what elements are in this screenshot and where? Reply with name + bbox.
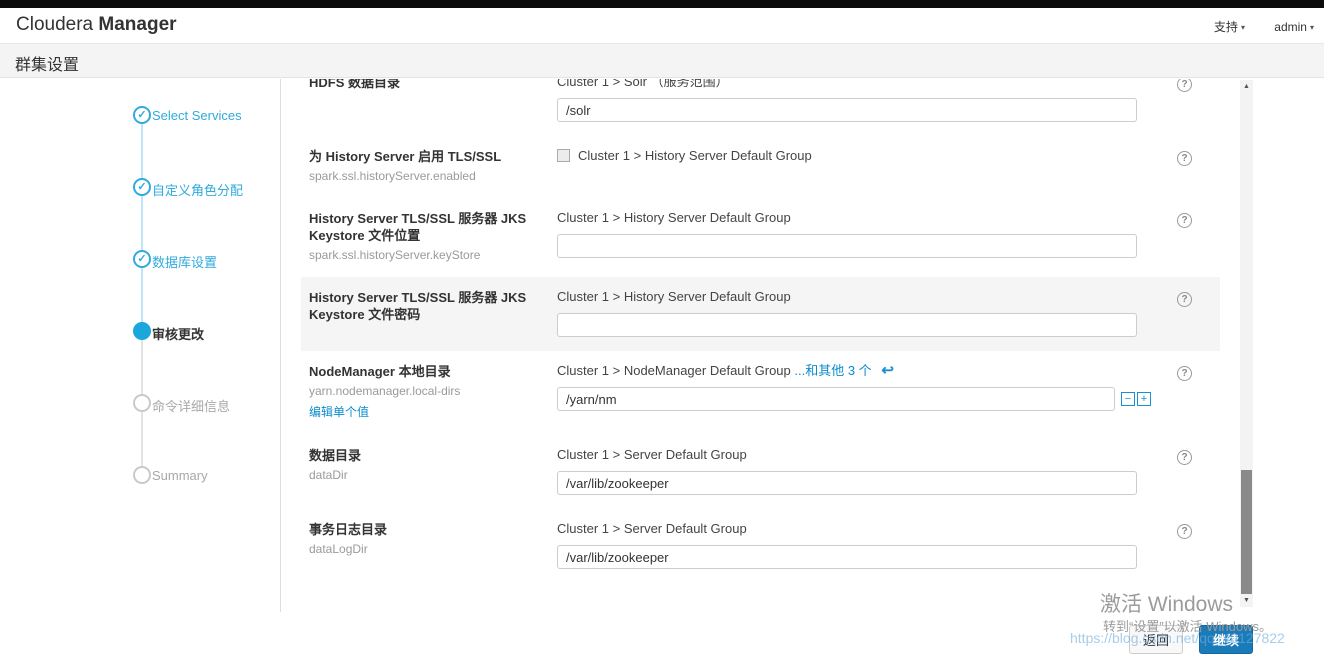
keystore-path-input[interactable] [557, 234, 1137, 258]
scroll-down-arrow-icon[interactable]: ▼ [1240, 594, 1253, 607]
wizard-step-review-changes[interactable]: 审核更改 [100, 295, 280, 367]
step-check-icon: ✓ [133, 178, 151, 196]
chevron-down-icon: ▾ [1309, 23, 1314, 32]
wizard-step-summary[interactable]: Summary [100, 439, 280, 511]
zookeeper-datalogdir-input[interactable] [557, 545, 1137, 569]
wizard-step-select-services[interactable]: ✓ Select Services [100, 79, 280, 151]
config-property-name: dataLogDir [309, 542, 368, 556]
wizard-step-role-assignments[interactable]: ✓ 自定义角色分配 [100, 151, 280, 223]
and-others-link[interactable]: ...和其他 3 个 [794, 363, 871, 378]
step-todo-circle-icon [133, 394, 151, 412]
step-check-icon: ✓ [133, 106, 151, 124]
help-icon[interactable]: ? [1177, 213, 1192, 228]
config-label: 事务日志目录 [309, 522, 388, 537]
config-label: 为 History Server 启用 TLS/SSL [309, 149, 502, 164]
keystore-password-input[interactable] [557, 313, 1137, 337]
help-icon[interactable]: ? [1177, 524, 1192, 539]
step-todo-circle-icon [133, 466, 151, 484]
config-label: History Server TLS/SSL 服务器 JKS Keystore … [309, 211, 527, 243]
scrollbar-thumb[interactable] [1241, 470, 1252, 595]
help-icon[interactable]: ? [1177, 450, 1192, 465]
wizard-sidebar: ✓ Select Services ✓ 自定义角色分配 ✓ 数据库设置 审核更改… [100, 79, 281, 612]
tls-enable-checkbox[interactable] [557, 149, 570, 162]
page-title-bar: 群集设置 [0, 44, 1324, 78]
cloudera-manager-logo[interactable]: Cloudera Manager [16, 14, 177, 36]
top-black-strip [0, 0, 1324, 8]
chevron-down-icon: ▾ [1240, 23, 1245, 32]
admin-menu[interactable]: admin ▾ [1274, 20, 1314, 34]
step-current-dot-icon [133, 322, 151, 340]
config-label: NodeManager 本地目录 [309, 364, 451, 379]
continue-button[interactable]: 继续 [1198, 625, 1253, 654]
scrollbar[interactable]: ▲ ▼ [1240, 80, 1253, 607]
config-scope: Cluster 1 > Solr （服务范围） [557, 79, 729, 89]
step-check-icon: ✓ [133, 250, 151, 268]
wizard-step-database-setup[interactable]: ✓ 数据库设置 [100, 223, 280, 295]
config-property-name: yarn.nodemanager.local-dirs [309, 384, 461, 398]
scroll-up-arrow-icon[interactable]: ▲ [1240, 80, 1253, 93]
config-row-tls-enable: 为 History Server 启用 TLS/SSL spark.ssl.hi… [301, 136, 1220, 198]
config-row-nodemanager-local-dirs: NodeManager 本地目录 yarn.nodemanager.local-… [301, 351, 1220, 435]
help-icon[interactable]: ? [1177, 79, 1192, 92]
zookeeper-datadir-input[interactable] [557, 471, 1137, 495]
help-icon[interactable]: ? [1177, 292, 1192, 307]
config-scope: Cluster 1 > Server Default Group [557, 521, 747, 536]
edit-individual-values-link[interactable]: 编辑单个值 [309, 403, 369, 420]
wizard-footer: 返回 继续 [0, 612, 1324, 657]
config-scope: Cluster 1 > History Server Default Group [578, 148, 812, 163]
undo-icon[interactable]: ↩ [881, 362, 894, 379]
config-label: 数据目录 [309, 448, 362, 463]
page-title: 群集设置 [15, 57, 80, 74]
header-menus: 支持 ▾ admin ▾ [1188, 18, 1314, 35]
wizard-step-command-details[interactable]: 命令详细信息 [100, 367, 280, 439]
config-scope: Cluster 1 > History Server Default Group [557, 289, 791, 304]
config-scope: Cluster 1 > NodeManager Default Group [557, 363, 791, 378]
config-row-hdfs-data-dir: HDFS 数据目录 Cluster 1 > Solr （服务范围） ? [301, 79, 1220, 136]
config-scope: Cluster 1 > History Server Default Group [557, 210, 791, 225]
support-menu[interactable]: 支持 ▾ [1214, 18, 1245, 35]
config-row-datadir: 数据目录 dataDir Cluster 1 > Server Default … [301, 435, 1220, 509]
nodemanager-local-dirs-input[interactable] [557, 387, 1115, 411]
config-row-keystore-password: History Server TLS/SSL 服务器 JKS Keystore … [301, 277, 1220, 351]
help-icon[interactable]: ? [1177, 366, 1192, 381]
config-label: HDFS 数据目录 [309, 79, 401, 90]
config-label: History Server TLS/SSL 服务器 JKS Keystore … [309, 290, 527, 322]
config-row-keystore-location: History Server TLS/SSL 服务器 JKS Keystore … [301, 198, 1220, 277]
add-value-icon[interactable]: + [1137, 392, 1151, 406]
remove-value-icon[interactable]: − [1121, 392, 1135, 406]
config-property-name: spark.ssl.historyServer.enabled [309, 169, 476, 183]
config-row-datalogdir: 事务日志目录 dataLogDir Cluster 1 > Server Def… [301, 509, 1220, 583]
cloudera-manager-window: Cloudera Manager 支持 ▾ admin ▾ 群集设置 ✓ Selec… [0, 0, 1324, 657]
help-icon[interactable]: ? [1177, 151, 1192, 166]
back-button[interactable]: 返回 [1128, 625, 1183, 654]
config-property-name: dataDir [309, 468, 348, 482]
config-scope: Cluster 1 > Server Default Group [557, 447, 747, 462]
wizard-steps: ✓ Select Services ✓ 自定义角色分配 ✓ 数据库设置 审核更改… [100, 79, 280, 612]
solr-data-dir-input[interactable] [557, 98, 1137, 122]
app-header: Cloudera Manager 支持 ▾ admin ▾ [0, 8, 1324, 44]
config-form: HDFS 数据目录 Cluster 1 > Solr （服务范围） ? 为 Hi… [281, 79, 1240, 612]
config-property-name: spark.ssl.historyServer.keyStore [309, 248, 481, 262]
